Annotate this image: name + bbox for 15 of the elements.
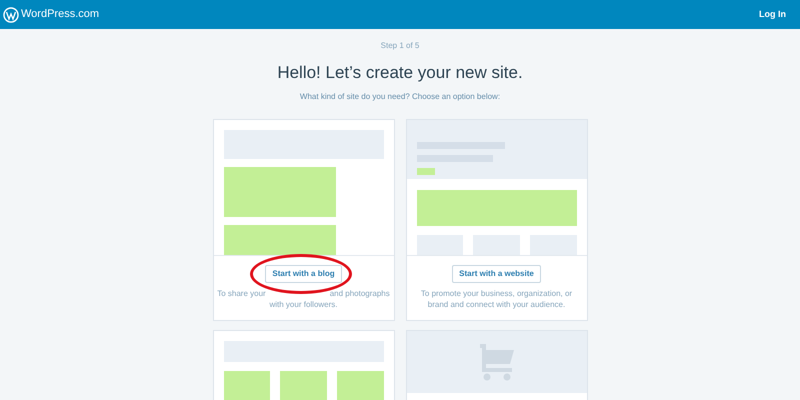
- start-button[interactable]: Start with a website: [452, 264, 541, 282]
- wordpress-logo-icon: [3, 6, 19, 22]
- start-button[interactable]: Start with a blog: [265, 264, 342, 282]
- cart-icon: [478, 342, 516, 382]
- login-link[interactable]: Log In: [759, 8, 786, 22]
- brand-name: WordPress.com: [21, 7, 100, 22]
- site-option-card[interactable]: Start with a blog To share your and photographs with your followers.: [212, 118, 394, 320]
- page-title: Hello! Let’s create your new site.: [277, 62, 523, 84]
- description-text: To promote your business, organization, or brand and connect with your audience.: [420, 288, 572, 310]
- description-text: To share your: [217, 288, 266, 298]
- page-subtitle: What kind of site do you need? Choose an option below:: [300, 90, 500, 102]
- site-option-card[interactable]: Start with a website To promote your business, organization, or brand and connect with your audience.: [406, 118, 588, 320]
- step-indicator: Step 1 of 5: [380, 40, 420, 52]
- description-text: and photographs: [330, 288, 390, 298]
- description-text: with your followers.: [269, 298, 338, 310]
